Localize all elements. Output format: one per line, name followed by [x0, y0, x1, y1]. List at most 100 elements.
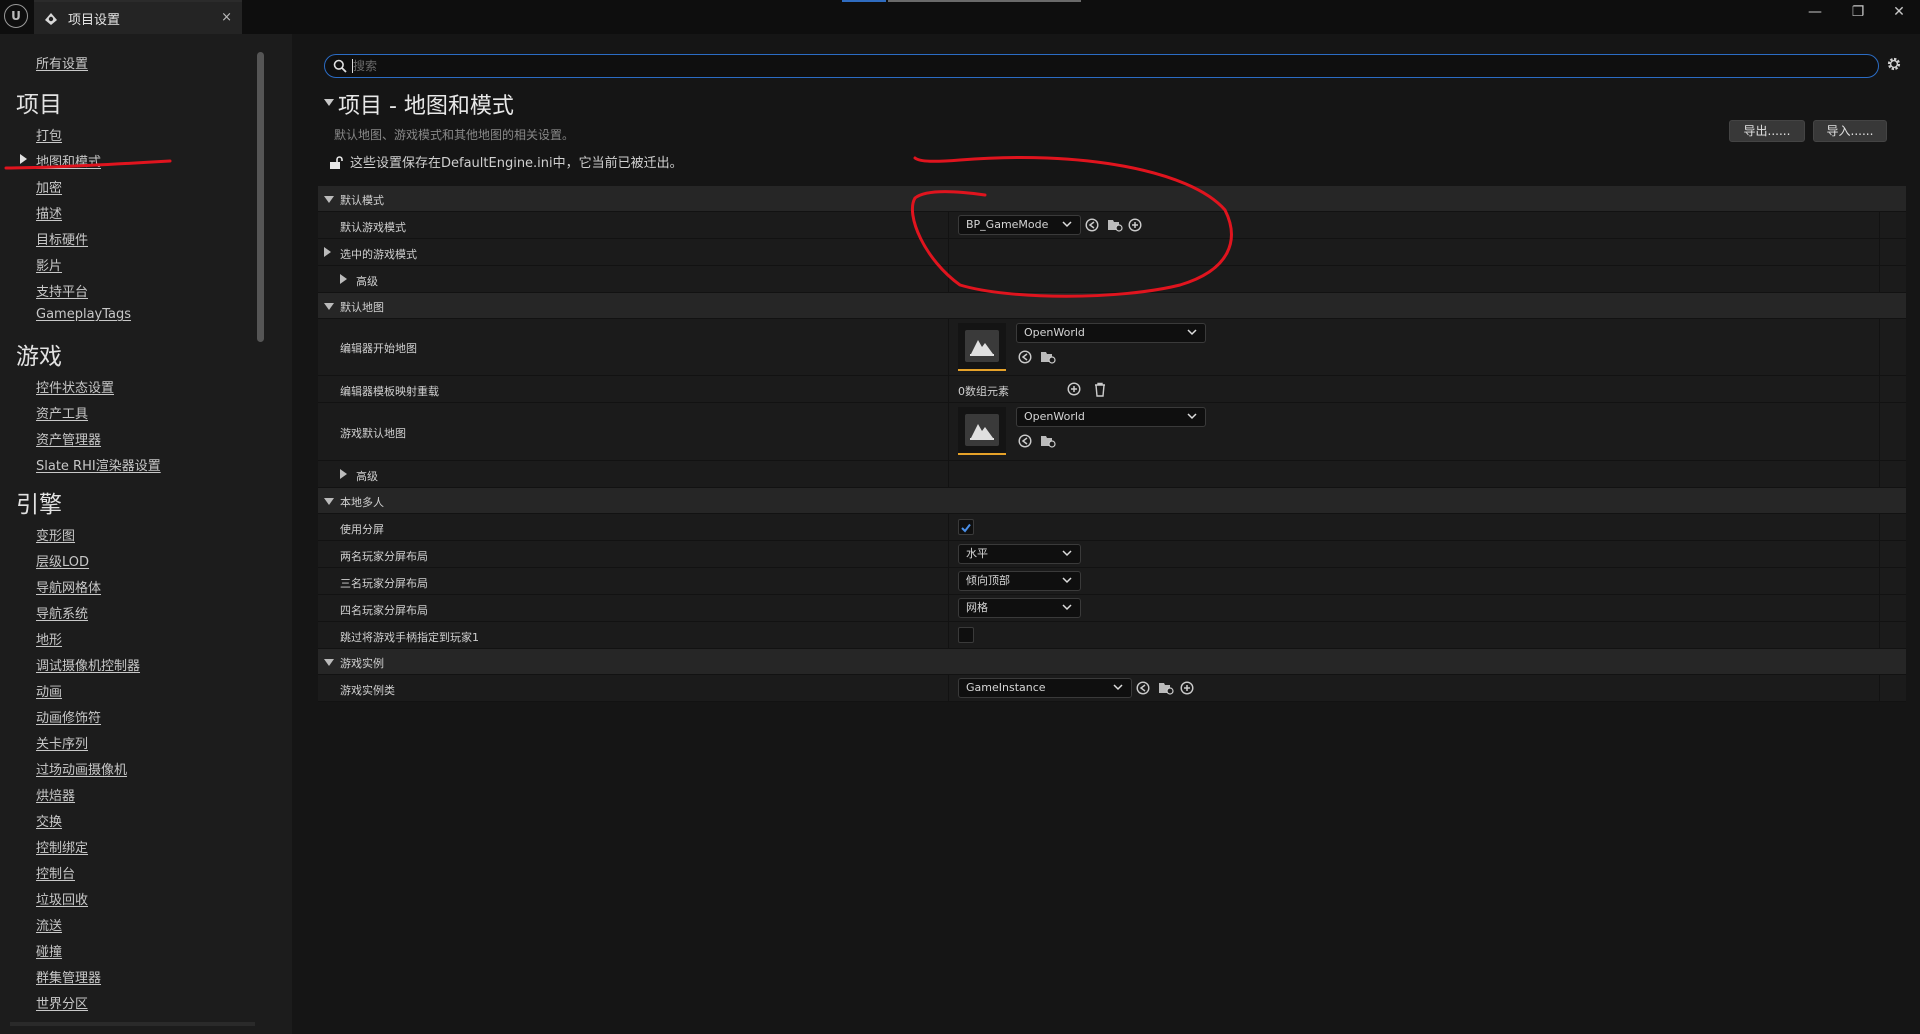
sidebar-item-garbage-collection[interactable]: 垃圾回收 [36, 889, 88, 908]
game-default-map-combo[interactable]: OpenWorld [1016, 407, 1206, 427]
sidebar-item-hlod[interactable]: 层级LOD [36, 551, 89, 570]
category-label: 默认模式 [340, 194, 384, 207]
tab-indicator [842, 0, 886, 2]
sidebar-item-asset-tools[interactable]: 资产工具 [36, 403, 88, 422]
expand-arrow-icon[interactable] [340, 274, 347, 284]
collapse-caret-icon[interactable] [324, 99, 334, 106]
browse-folder-icon[interactable] [1158, 681, 1174, 695]
category-game-instance[interactable]: 游戏实例 [318, 649, 1906, 675]
sidebar-item-slate-rhi[interactable]: Slate RHI渲染器设置 [36, 455, 161, 474]
combo-value: GameInstance [966, 681, 1046, 694]
use-selected-icon[interactable] [1018, 350, 1032, 364]
property-label: 游戏实例类 [340, 684, 395, 697]
sidebar-item-nav-system[interactable]: 导航系统 [36, 603, 88, 622]
chevron-down-icon [1062, 604, 1072, 611]
expand-arrow-icon[interactable] [340, 469, 347, 479]
use-selected-icon[interactable] [1018, 434, 1032, 448]
expand-arrow-icon[interactable] [324, 303, 334, 310]
map-thumbnail[interactable] [958, 407, 1006, 455]
unlock-icon [330, 156, 343, 169]
sidebar-scrollbar[interactable] [257, 52, 264, 342]
sidebar-item-debug-camera[interactable]: 调试摄像机控制器 [36, 655, 140, 674]
sidebar-item-description[interactable]: 描述 [36, 203, 62, 222]
property-panel: 默认模式 默认游戏模式 BP_GameMode 选中的游戏模式 高级 默认地图 … [318, 186, 1906, 702]
sidebar-all-settings[interactable]: 所有设置 [36, 53, 88, 72]
sidebar-item-cine-camera[interactable]: 过场动画摄像机 [36, 759, 127, 778]
property-row[interactable]: 高级 [318, 266, 1906, 293]
chevron-down-icon [1062, 577, 1072, 584]
sidebar-item-landscape[interactable]: 地形 [36, 629, 62, 648]
sidebar-item-movies[interactable]: 影片 [36, 255, 62, 274]
map-icon [970, 340, 994, 356]
chevron-down-icon [1062, 221, 1072, 228]
browse-folder-icon[interactable] [1107, 218, 1123, 232]
sidebar-item-gameplaytags[interactable]: GameplayTags [36, 307, 131, 322]
sidebar-item-collision[interactable]: 碰撞 [36, 941, 62, 960]
two-player-layout-combo[interactable]: 水平 [958, 544, 1081, 564]
use-selected-icon[interactable] [1085, 218, 1099, 232]
three-player-layout-combo[interactable]: 倾向顶部 [958, 571, 1081, 591]
property-label: 游戏默认地图 [340, 427, 406, 440]
trash-icon[interactable] [1093, 382, 1107, 397]
search-box[interactable] [324, 54, 1879, 78]
sidebar-item-widget-state[interactable]: 控件状态设置 [36, 377, 114, 396]
add-element-icon[interactable] [1067, 382, 1081, 396]
expand-arrow-icon[interactable] [324, 498, 334, 505]
sidebar-item-level-sequence[interactable]: 关卡序列 [36, 733, 88, 752]
export-button[interactable]: 导出...... [1729, 120, 1805, 142]
add-icon[interactable] [1180, 681, 1194, 695]
minimize-button[interactable]: — [1800, 2, 1830, 22]
sidebar-item-encryption[interactable]: 加密 [36, 177, 62, 196]
settings-tab-icon [45, 13, 57, 25]
close-button[interactable]: ✕ [1884, 2, 1914, 22]
property-row[interactable]: 高级 [318, 461, 1906, 488]
editor-startup-map-combo[interactable]: OpenWorld [1016, 323, 1206, 343]
unreal-logo-icon[interactable]: U [4, 4, 28, 28]
sidebar-item-crowd-manager[interactable]: 群集管理器 [36, 967, 101, 986]
sidebar-item-animation[interactable]: 动画 [36, 681, 62, 700]
default-game-mode-combo[interactable]: BP_GameMode [958, 215, 1081, 235]
category-default-modes[interactable]: 默认模式 [318, 186, 1906, 212]
skip-gamepad-checkbox[interactable] [958, 627, 974, 643]
category-default-maps[interactable]: 默认地图 [318, 293, 1906, 319]
sidebar-item-anim-modifiers[interactable]: 动画修饰符 [36, 707, 101, 726]
property-row: 编辑器开始地图 OpenWorld [318, 319, 1906, 376]
game-instance-class-combo[interactable]: GameInstance [958, 678, 1132, 698]
sidebar-item-console[interactable]: 控制台 [36, 863, 75, 882]
sidebar-item-control-rig[interactable]: 控制绑定 [36, 837, 88, 856]
sidebar-item-target-hardware[interactable]: 目标硬件 [36, 229, 88, 248]
sidebar-item-world-partition[interactable]: 世界分区 [36, 993, 88, 1012]
expand-arrow-icon[interactable] [324, 247, 331, 257]
sidebar-item-morph[interactable]: 变形图 [36, 525, 75, 544]
expand-arrow-icon[interactable] [324, 196, 334, 203]
four-player-layout-combo[interactable]: 网格 [958, 598, 1081, 618]
config-note: 这些设置保存在DefaultEngine.ini中，它当前已被迁出。 [350, 156, 683, 171]
property-row: 跳过将游戏手柄指定到玩家1 [318, 622, 1906, 649]
sidebar-item-navmesh[interactable]: 导航网格体 [36, 577, 101, 596]
gear-icon[interactable] [1885, 55, 1903, 73]
sidebar-item-interchange[interactable]: 交换 [36, 811, 62, 830]
sidebar-item-maps-and-modes[interactable]: 地图和模式 [36, 151, 101, 170]
search-input[interactable] [353, 57, 1853, 75]
sidebar-item-supported-platforms[interactable]: 支持平台 [36, 281, 88, 300]
sidebar-item-streaming[interactable]: 流送 [36, 915, 62, 934]
restore-button[interactable]: ❐ [1843, 2, 1873, 22]
import-button[interactable]: 导入...... [1813, 120, 1887, 142]
use-splitscreen-checkbox[interactable] [958, 519, 974, 535]
sidebar-item-packaging[interactable]: 打包 [36, 125, 62, 144]
add-icon[interactable] [1128, 218, 1142, 232]
tab-project-settings[interactable]: 项目设置 × [34, 0, 242, 34]
sidebar-horizontal-scrollbar[interactable] [10, 1022, 255, 1026]
expand-arrow-icon[interactable] [324, 659, 334, 666]
sidebar-item-asset-manager[interactable]: 资产管理器 [36, 429, 101, 448]
browse-folder-icon[interactable] [1040, 350, 1056, 364]
category-local-multiplayer[interactable]: 本地多人 [318, 488, 1906, 514]
tab-close-button[interactable]: × [221, 10, 232, 25]
sidebar-item-cooker[interactable]: 烘焙器 [36, 785, 75, 804]
browse-folder-icon[interactable] [1040, 434, 1056, 448]
use-selected-icon[interactable] [1136, 681, 1150, 695]
property-label: 选中的游戏模式 [340, 248, 417, 261]
property-row[interactable]: 选中的游戏模式 [318, 239, 1906, 266]
map-thumbnail[interactable] [958, 323, 1006, 371]
property-row: 四名玩家分屏布局 网格 [318, 595, 1906, 622]
